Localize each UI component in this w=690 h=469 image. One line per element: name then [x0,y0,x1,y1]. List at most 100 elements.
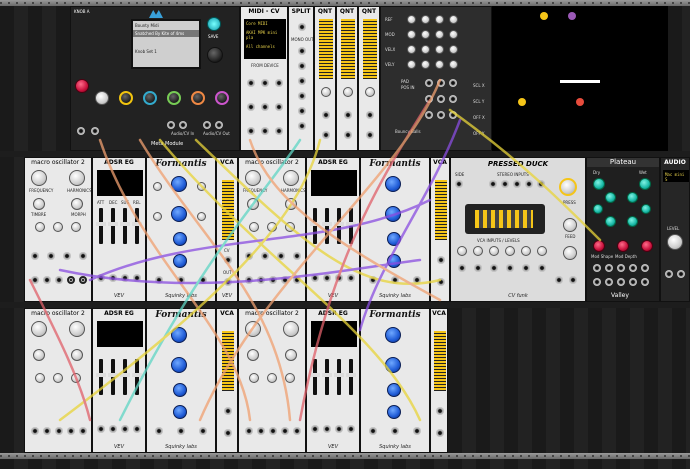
stereo-in-jack[interactable] [489,180,497,188]
input-low-knob[interactable] [605,192,616,203]
mod-jack[interactable] [245,252,253,260]
plateau-jack[interactable] [605,278,613,286]
gate-jack[interactable] [323,425,331,433]
push-jack[interactable] [311,274,319,282]
mod-jack[interactable] [261,252,269,260]
plateau-jack[interactable] [605,264,613,272]
midi-output-jack[interactable] [275,103,283,111]
attack-slider[interactable] [96,208,106,244]
model-knob[interactable] [249,373,259,383]
ball-knob[interactable] [449,30,458,39]
stereo-in-jack[interactable] [513,180,521,188]
fm-knob[interactable] [71,222,81,232]
out-jack[interactable] [281,427,289,435]
gate-jack[interactable] [323,274,331,282]
attack-slider[interactable] [96,359,106,395]
dry-knob[interactable] [593,178,605,190]
audio-in-jack[interactable] [167,121,175,129]
vca-in-jack[interactable] [458,264,466,272]
atten-knob[interactable] [197,182,206,191]
knob-b[interactable] [95,91,109,105]
mod-jack[interactable] [277,252,285,260]
qnt-in-jack[interactable] [344,111,352,119]
bass-knob[interactable] [173,383,187,397]
patch-jack[interactable] [91,127,99,135]
mod-jack[interactable] [293,252,301,260]
voct-jack[interactable] [55,427,63,435]
model-knob[interactable] [35,373,45,383]
offset-knob[interactable] [365,87,375,97]
bw-knob[interactable] [387,405,401,419]
attack-slider[interactable] [310,359,320,395]
midi-output-jack[interactable] [247,103,255,111]
cv-jack[interactable] [369,276,377,284]
audio-out-jack[interactable] [677,270,685,278]
mod-rate-knob[interactable] [641,240,653,252]
qnt-in-jack[interactable] [322,111,330,119]
midi-output-jack[interactable] [261,79,269,87]
bouncy-balls-screen[interactable] [492,6,668,151]
plateau-jack[interactable] [641,278,649,286]
out-jack[interactable] [347,274,355,282]
bw-knob[interactable] [173,254,187,268]
pre-delay-knob[interactable] [593,204,603,214]
ball-knob[interactable] [407,30,416,39]
fm-knob[interactable] [285,222,295,232]
level-knob[interactable] [537,246,547,256]
side-jack[interactable] [455,180,463,188]
knob-e[interactable] [167,91,181,105]
gate-jack[interactable] [109,274,117,282]
morph-knob[interactable] [71,349,83,361]
vca-in-jack[interactable] [522,264,530,272]
trig-jack[interactable] [31,427,39,435]
ball-knob[interactable] [407,15,416,24]
mod-jack[interactable] [47,252,55,260]
retr-jack[interactable] [121,425,129,433]
out-jack[interactable] [199,276,207,284]
offset-knob[interactable] [343,87,353,97]
diffuse-knob[interactable] [627,216,638,227]
ball-knob[interactable] [435,45,444,54]
rotary-encoder[interactable] [207,47,223,63]
mono-out-jack[interactable] [298,62,306,70]
out-jack[interactable] [281,276,289,284]
ball-knob[interactable] [449,60,458,69]
meta-screen[interactable]: Bounty Midi Snatched By Kite of 4ms Knob… [131,19,201,69]
atten-knob[interactable] [153,182,162,191]
decay-slider[interactable] [108,208,118,244]
plateau-jack[interactable] [617,264,625,272]
out-jack[interactable] [133,425,141,433]
mono-out-jack[interactable] [298,77,306,85]
knob-a[interactable] [75,79,89,93]
decay-slider[interactable] [322,208,332,244]
fc-knob[interactable] [171,176,187,192]
level-knob[interactable] [667,234,683,250]
level-knob[interactable] [267,373,277,383]
out-jack[interactable] [67,427,75,435]
pad-jack[interactable] [437,111,445,119]
attack-slider[interactable] [310,208,320,244]
mod-jack[interactable] [31,252,39,260]
feed-knob[interactable] [563,218,577,232]
midi-output-jack[interactable] [247,79,255,87]
out-jack[interactable] [436,429,444,437]
out-jack[interactable] [413,427,421,435]
timbre-knob[interactable] [33,349,45,361]
retr-jack[interactable] [335,425,343,433]
ball-knob[interactable] [421,45,430,54]
mono-out-jack[interactable] [298,92,306,100]
plateau-jack[interactable] [593,278,601,286]
vca-in-jack[interactable] [506,264,514,272]
harmonics-knob[interactable] [283,321,299,337]
level-knob[interactable] [489,246,499,256]
press-knob[interactable] [559,178,577,196]
q-knob[interactable] [385,206,401,222]
decay-knob[interactable] [641,204,651,214]
release-slider[interactable] [346,208,356,244]
in-jack[interactable] [177,427,185,435]
audio-out-jack[interactable] [203,121,211,129]
plateau-jack[interactable] [629,264,637,272]
out-jack[interactable] [555,276,563,284]
ball-knob[interactable] [449,15,458,24]
level-knob[interactable] [53,373,63,383]
